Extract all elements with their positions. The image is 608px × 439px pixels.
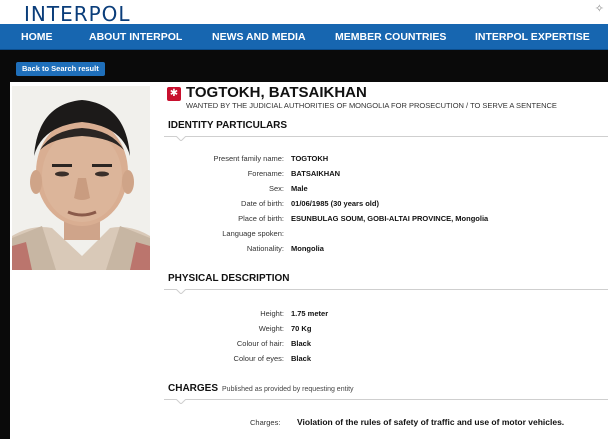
red-notice-icon: ✱ bbox=[167, 87, 181, 101]
interpol-logo[interactable]: INTERPOL bbox=[24, 3, 131, 25]
nav-item-interpol-expertise[interactable]: INTERPOL EXPERTISE bbox=[475, 24, 590, 50]
identity-row: Place of birth: ESUNBULAG SOUM, GOBI-ALTA… bbox=[238, 214, 489, 223]
nav-item-about-interpol[interactable]: ABOUT INTERPOL bbox=[89, 24, 182, 50]
physical-row: Height: 1.75 meter bbox=[260, 309, 329, 318]
wanted-by-text: WANTED BY THE JUDICIAL AUTHORITIES OF MO… bbox=[186, 101, 557, 110]
physical-row: Weight: 70 Kg bbox=[258, 324, 312, 333]
section-notch-icon bbox=[176, 289, 186, 294]
physical-row: Colour of eyes: Black bbox=[233, 354, 312, 363]
identity-row: Date of birth: 01/06/1985 (30 years old) bbox=[241, 199, 379, 208]
section-divider bbox=[164, 289, 608, 290]
nav-item-member-countries[interactable]: MEMBER COUNTRIES bbox=[335, 24, 446, 50]
section-divider bbox=[164, 399, 608, 400]
logo-bar: INTERPOL ✧ bbox=[0, 0, 608, 25]
identity-row: Sex: Male bbox=[268, 184, 308, 193]
nav-item-home[interactable]: HOME bbox=[21, 24, 53, 50]
section-notch-icon bbox=[176, 399, 186, 404]
charges-value: Violation of the rules of safety of traf… bbox=[297, 417, 565, 427]
section-notch-icon bbox=[176, 136, 186, 141]
physical-row: Colour of hair: Black bbox=[236, 339, 312, 348]
suspect-photo bbox=[12, 86, 150, 270]
charges-section-title: CHARGES Published as provided by requesti… bbox=[168, 383, 354, 394]
identity-row: Nationality: Mongolia bbox=[246, 244, 324, 253]
wanted-person-name: TOGTOKH, BATSAIKHAN bbox=[186, 84, 367, 101]
identity-row: Forename: BATSAIKHAN bbox=[247, 169, 341, 178]
nav-item-news-and-media[interactable]: NEWS AND MEDIA bbox=[212, 24, 306, 50]
back-to-search-button[interactable]: Back to Search result bbox=[16, 62, 105, 76]
left-strip bbox=[0, 82, 10, 439]
identity-section-title: IDENTITY PARTICULARS bbox=[168, 120, 288, 131]
charges-row: Charges: Violation of the rules of safet… bbox=[164, 417, 608, 431]
charges-subtitle: Published as provided by requesting enti… bbox=[222, 386, 354, 393]
section-divider bbox=[164, 136, 608, 137]
physical-section-title: PHYSICAL DESCRIPTION bbox=[168, 273, 290, 284]
share-icon[interactable]: ✧ bbox=[595, 2, 604, 15]
identity-row: Language spoken: bbox=[222, 229, 284, 238]
main-nav: HOME ABOUT INTERPOL NEWS AND MEDIA MEMBE… bbox=[0, 24, 608, 50]
charges-label: Charges: bbox=[250, 418, 281, 427]
identity-row: Present family name: TOGTOKH bbox=[213, 154, 329, 163]
